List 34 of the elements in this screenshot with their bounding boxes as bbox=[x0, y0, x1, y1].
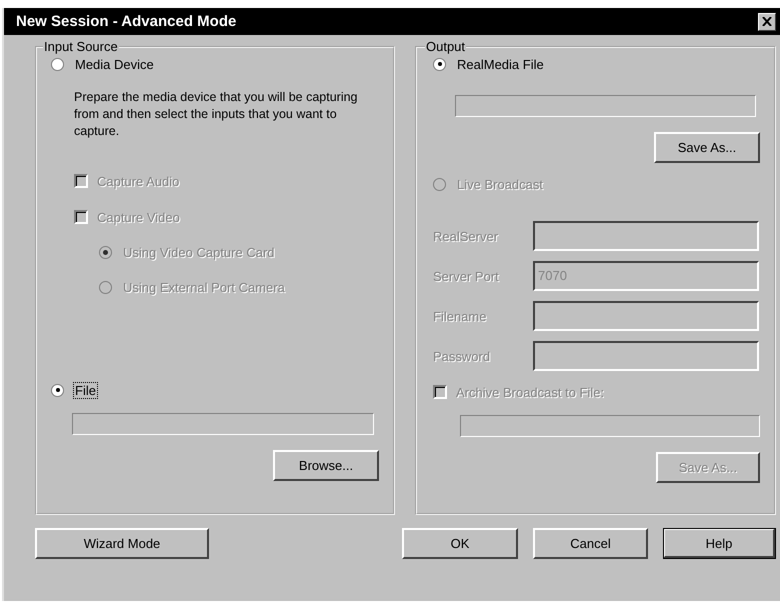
radio-option[interactable]: Media Device bbox=[51, 54, 156, 74]
dialog-button[interactable]: Help bbox=[663, 528, 776, 559]
input-field[interactable] bbox=[533, 301, 759, 331]
radio-icon[interactable] bbox=[433, 58, 446, 70]
browse-button[interactable]: Browse... bbox=[273, 450, 379, 481]
dialog-button[interactable]: OK bbox=[402, 528, 518, 559]
option-label: Media Device bbox=[74, 56, 155, 72]
option-label: RealMedia File bbox=[456, 56, 545, 72]
field-label: Server Port bbox=[433, 268, 500, 284]
input-field[interactable] bbox=[533, 341, 759, 371]
option-label: Live Broadcast bbox=[456, 176, 544, 192]
description-text: Prepare the media device that you will be capturing from and then select the inputs that you want to capture. bbox=[74, 89, 358, 140]
dialog-button[interactable]: Cancel bbox=[533, 528, 648, 559]
close-button[interactable] bbox=[758, 12, 776, 30]
field-label: Password bbox=[433, 348, 492, 364]
radio-icon[interactable] bbox=[51, 58, 64, 70]
output-file-field[interactable] bbox=[455, 95, 756, 117]
radio-option[interactable]: File bbox=[51, 380, 98, 400]
option-label: Using Video Capture Card bbox=[122, 244, 276, 260]
group-title: Input Source bbox=[43, 39, 119, 54]
save-as-button[interactable]: Save As... bbox=[654, 132, 760, 163]
input-field[interactable] bbox=[533, 221, 759, 251]
option-label: Using External Port Camera bbox=[122, 278, 286, 296]
field-label: RealServer bbox=[433, 228, 500, 244]
dialog-button[interactable]: Wizard Mode bbox=[35, 528, 209, 559]
radio-option[interactable]: RealMedia File bbox=[433, 54, 546, 74]
window-title: New Session - Advanced Mode bbox=[16, 13, 236, 30]
file-path-field[interactable] bbox=[72, 413, 374, 435]
field-label: Filename bbox=[433, 308, 488, 324]
close-icon bbox=[762, 17, 772, 26]
option-label: File bbox=[73, 382, 98, 398]
archive-path-field[interactable] bbox=[460, 415, 760, 437]
radio-icon[interactable] bbox=[51, 384, 64, 396]
group-title: Output bbox=[425, 39, 466, 54]
